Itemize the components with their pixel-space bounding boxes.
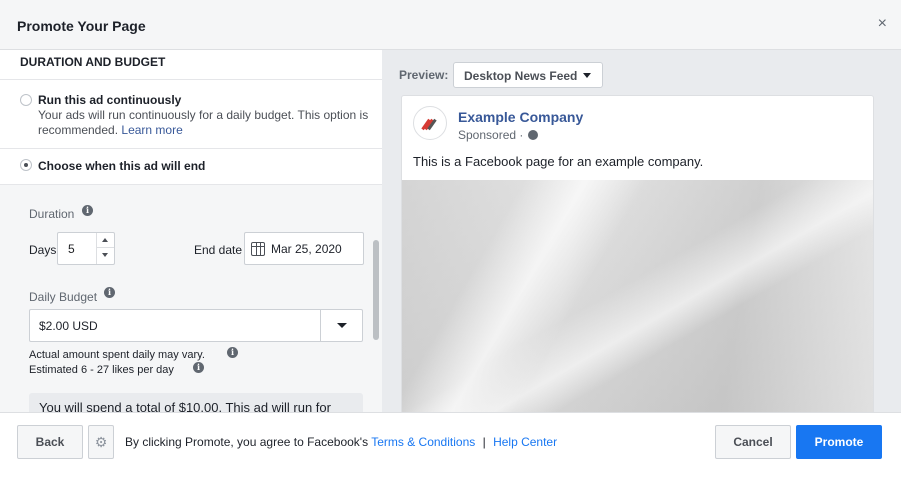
duration-budget-panel: DURATION AND BUDGET Run this ad continuo… [0,50,382,412]
description-line: recommended. [38,123,119,137]
stepper-buttons [96,233,114,264]
end-date-value: Mar 25, 2020 [271,242,342,256]
cancel-button[interactable]: Cancel [715,425,791,459]
back-button[interactable]: Back [17,425,83,459]
estimate-note: Estimated 6 - 27 likes per day [29,364,174,376]
dialog-title: Promote Your Page [17,18,146,34]
calendar-icon [251,242,265,256]
days-label: Days [29,243,57,257]
divider [0,79,382,80]
ad-preview-card: Example Company Sponsored · This is a Fa… [401,95,874,412]
days-stepper[interactable]: 5 [57,232,115,265]
help-center-link[interactable]: Help Center [493,435,557,449]
dialog-header: Promote Your Page × [0,0,901,50]
sponsored-line: Sponsored · [458,128,538,142]
increment-button[interactable] [97,233,114,248]
divider [0,148,382,149]
total-text: You will spend a total of $10.00. This a… [39,400,331,412]
duration-label: Duration [29,207,75,221]
dialog-footer: Back ⚙ By clicking Promote, you agree to… [0,412,901,477]
radio-run-continuously[interactable] [20,94,32,106]
agreement-text: By clicking Promote, you agree to Facebo… [125,435,557,449]
globe-icon [527,130,538,140]
section-title: DURATION AND BUDGET [20,55,166,69]
info-icon[interactable]: i [82,205,93,216]
page-name-link[interactable]: Example Company [458,109,583,125]
daily-budget-value: $2.00 USD [39,319,98,333]
end-date-label: End date [194,243,243,257]
chevron-down-icon[interactable] [320,310,362,341]
scrollbar[interactable] [373,240,379,340]
separator: | [482,435,486,449]
caret-down-icon [583,73,591,78]
total-summary: You will spend a total of $10.00. This a… [29,393,363,412]
page-avatar[interactable] [413,106,447,140]
info-icon[interactable]: i [104,287,115,298]
promote-button[interactable]: Promote [796,425,882,459]
terms-link[interactable]: Terms & Conditions [371,435,475,449]
post-image [402,180,873,412]
sponsored-text: Sponsored · [458,128,524,142]
run-continuously-label: Run this ad continuously [38,93,182,107]
budget-note: Actual amount spent daily may vary. [29,349,205,361]
placement-value: Desktop News Feed [464,69,578,83]
daily-budget-label: Daily Budget [29,290,98,304]
info-icon[interactable]: i [193,362,204,373]
run-continuously-description: Your ads will run continuously for a dai… [38,108,368,138]
preview-panel: Preview: Desktop News Feed Example Compa… [382,50,901,412]
choose-end-label: Choose when this ad will end [38,159,206,173]
daily-budget-select[interactable]: $2.00 USD [29,309,363,342]
days-value[interactable]: 5 [68,242,75,256]
close-icon[interactable]: × [878,14,887,34]
description-line: Your ads will run continuously for a dai… [38,108,369,122]
preview-label: Preview: [399,68,449,82]
gear-icon[interactable]: ⚙ [88,425,114,459]
post-text: This is a Facebook page for an example c… [413,154,704,169]
learn-more-link[interactable]: Learn more [121,123,182,137]
agreement-sentence: By clicking Promote, you agree to Facebo… [125,435,369,449]
info-icon[interactable]: i [227,347,238,358]
end-date-picker[interactable]: Mar 25, 2020 [244,232,364,265]
radio-choose-end[interactable] [20,159,32,171]
placement-select[interactable]: Desktop News Feed [453,62,603,88]
decrement-button[interactable] [97,248,114,263]
